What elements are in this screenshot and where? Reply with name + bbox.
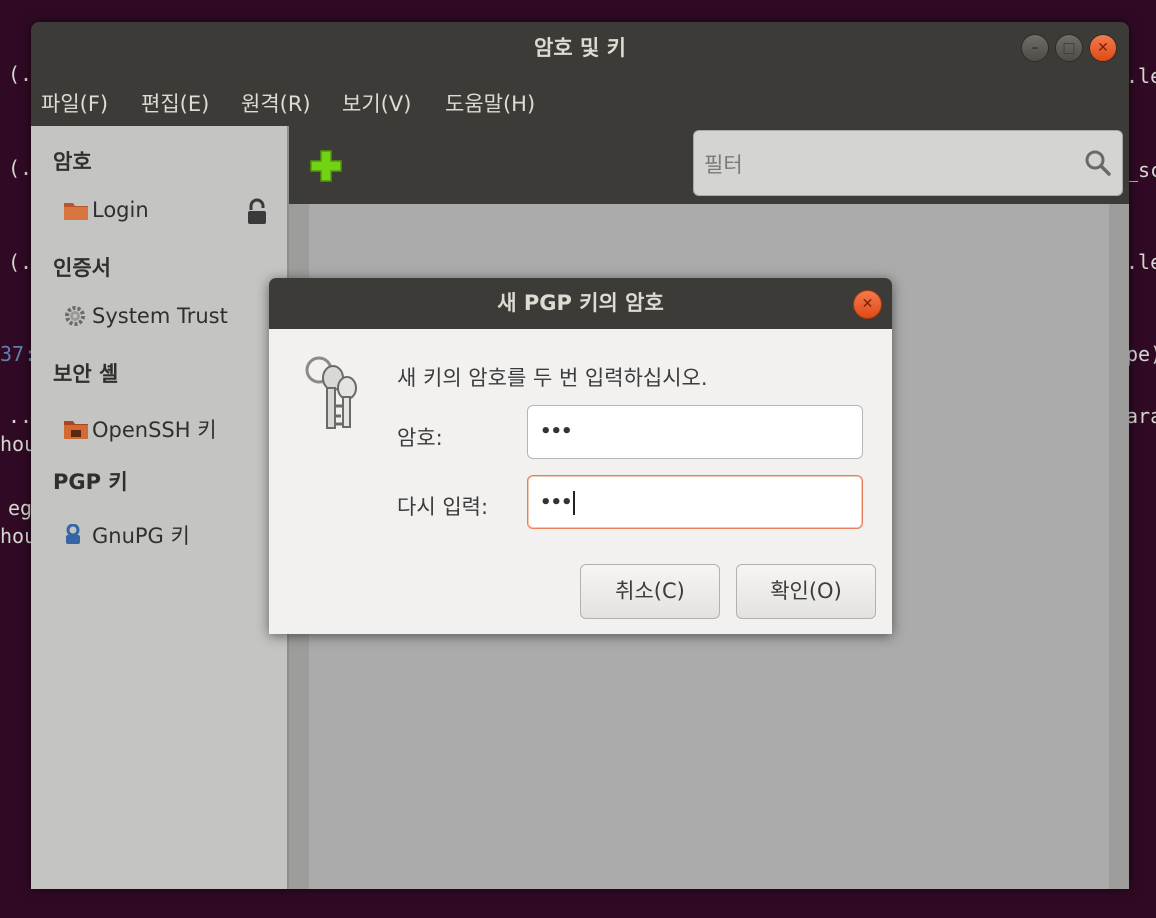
cancel-button[interactable]: 취소(C) <box>580 564 720 619</box>
gear-icon <box>65 306 85 326</box>
sidebar-item-openssh[interactable]: OpenSSH 키 <box>63 414 217 444</box>
person-key-icon <box>66 524 80 544</box>
filter-search-field[interactable]: 필터 <box>693 130 1123 196</box>
menubar: 파일(F) 편집(E) 원격(R) 보기(V) 도움말(H) <box>31 74 1129 126</box>
section-heading-passwords: 암호 <box>53 150 92 174</box>
window-title: 암호 및 키 <box>534 36 626 60</box>
section-heading-secure-shell: 보안 셸 <box>53 362 119 386</box>
dialog-message: 새 키의 암호를 두 번 입력하십시오. <box>397 366 708 390</box>
terminal-text: pe) <box>1126 342 1156 366</box>
menu-view[interactable]: 보기(V) <box>342 88 411 118</box>
plus-icon[interactable] <box>309 149 343 183</box>
terminal-text: (. <box>8 250 33 274</box>
dialog-title: 새 PGP 키의 암호 <box>497 291 664 315</box>
search-icon[interactable] <box>1084 149 1112 177</box>
terminal-text: ara <box>1126 404 1156 428</box>
maximize-button[interactable]: □ <box>1055 34 1083 62</box>
menu-help[interactable]: 도움말(H) <box>445 88 535 118</box>
sidebar-item-label: Login <box>92 198 149 222</box>
section-heading-certificates: 인증서 <box>53 256 111 280</box>
new-pgp-passphrase-dialog: 새 PGP 키의 암호 ✕ 새 키의 암호를 두 번 입력하십시오. 암호: •… <box>269 278 892 634</box>
folder-icon <box>64 203 88 220</box>
lock-icon[interactable] <box>247 198 267 226</box>
text-cursor <box>572 491 575 515</box>
toolbar: 필터 <box>289 126 1129 205</box>
ok-button[interactable]: 확인(O) <box>736 564 876 619</box>
ssh-folder-icon <box>64 421 88 439</box>
terminal-text: _sc <box>1126 158 1156 182</box>
menu-edit[interactable]: 편집(E) <box>141 88 209 118</box>
close-button[interactable]: ✕ <box>1089 34 1117 62</box>
confirm-password-field[interactable]: ••• <box>527 475 863 529</box>
keys-icon <box>305 356 357 429</box>
window-titlebar[interactable]: 암호 및 키 – □ ✕ <box>31 22 1129 74</box>
terminal-text: .. <box>8 404 33 428</box>
dialog-close-button[interactable]: ✕ <box>853 290 882 319</box>
filter-placeholder: 필터 <box>704 153 743 177</box>
dialog-titlebar[interactable]: 새 PGP 키의 암호 <box>269 278 892 329</box>
sidebar: 암호 Login 인증서 System Trust 보안 셸 OpenSSH 키… <box>31 126 289 889</box>
sidebar-item-label: System Trust <box>92 304 228 328</box>
confirm-password-value: ••• <box>540 492 573 513</box>
terminal-text: eg <box>8 496 33 520</box>
content-scroll-margin <box>1109 204 1129 889</box>
menu-remote[interactable]: 원격(R) <box>241 88 311 118</box>
password-value: ••• <box>540 421 573 442</box>
terminal-text: .le <box>1126 250 1156 274</box>
password-label: 암호: <box>397 426 443 450</box>
minimize-button[interactable]: – <box>1021 34 1049 62</box>
section-heading-pgp-keys: PGP 키 <box>53 470 128 494</box>
sidebar-item-login[interactable]: Login <box>63 198 149 222</box>
sidebar-item-gnupg[interactable]: GnuPG 키 <box>63 520 190 550</box>
password-field[interactable]: ••• <box>527 405 863 459</box>
sidebar-item-label: GnuPG 키 <box>92 524 190 548</box>
sidebar-item-label: OpenSSH 키 <box>92 418 217 442</box>
sidebar-item-system-trust[interactable]: System Trust <box>63 304 228 328</box>
menu-file[interactable]: 파일(F) <box>41 88 108 118</box>
terminal-text: .le <box>1126 64 1156 88</box>
terminal-text: (. <box>8 156 33 180</box>
terminal-text: (. <box>8 62 33 86</box>
confirm-password-label: 다시 입력: <box>397 495 489 519</box>
